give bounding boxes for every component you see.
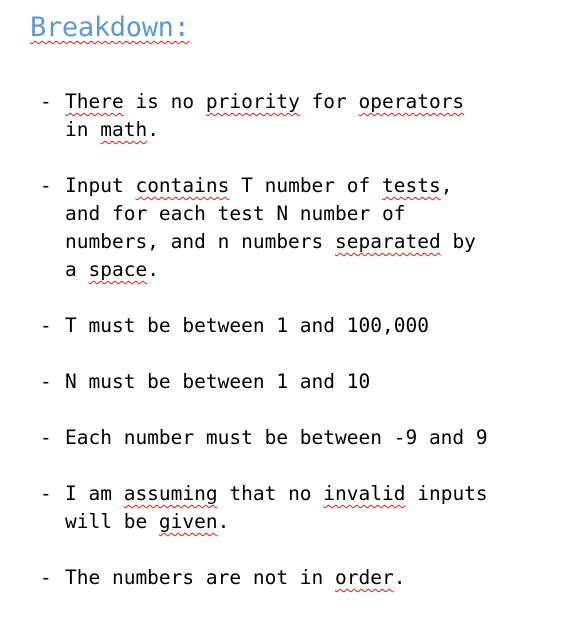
list-item: - There is no priority for operators in m…	[40, 88, 560, 144]
document-heading: Breakdown:	[30, 12, 190, 43]
bullet-dash: -	[40, 482, 52, 505]
text-run: Each number must be between -9 and 9	[65, 426, 488, 449]
text-run: is no	[123, 90, 206, 113]
breakdown-list: - There is no priority for operators in m…	[40, 88, 560, 620]
bullet-dash: -	[40, 314, 52, 337]
text-run: I am	[65, 482, 124, 505]
list-item: -N must be between 1 and 10	[40, 368, 560, 396]
list-item-text: The numbers are not in order.	[65, 566, 405, 589]
text-run: T number of	[229, 174, 382, 197]
spellcheck-word: priority	[205, 90, 300, 113]
spellcheck-word: contains	[135, 174, 230, 197]
spellcheck-word: operators	[358, 90, 465, 113]
text-run: ,	[440, 174, 453, 197]
spellcheck-word: order	[335, 566, 394, 589]
bullet-dash: -	[40, 90, 52, 113]
spellcheck-word: assuming	[123, 482, 218, 505]
list-item: - Each number must be between -9 and 9	[40, 424, 560, 452]
list-item: -T must be between 1 and 100,000	[40, 312, 560, 340]
bullet-dash: -	[40, 370, 52, 393]
list-item-text: N must be between 1 and 10	[65, 370, 370, 393]
text-run: Input	[65, 174, 136, 197]
text-run: .	[147, 118, 159, 141]
spellcheck-word: separated	[335, 230, 441, 253]
text-run: The numbers are not in	[65, 566, 336, 589]
spellcheck-word: space	[88, 258, 148, 281]
text-run: for	[299, 90, 359, 113]
spellcheck-word: math	[100, 118, 148, 141]
text-run: .	[393, 566, 406, 589]
spellcheck-word: given	[158, 510, 218, 533]
text-run: that no	[217, 482, 324, 505]
text-run: T must be between 1 and 100,000	[65, 314, 429, 337]
list-item-text: Input contains T number of tests, and fo…	[65, 174, 476, 281]
spellcheck-word: There	[65, 90, 124, 113]
spellcheck-word: tests	[382, 174, 441, 197]
list-item: -I am assuming that no invalid inputs wi…	[40, 480, 560, 536]
list-item-text: Each number must be between -9 and 9	[65, 426, 488, 449]
bullet-dash: -	[40, 174, 52, 197]
text-run: in	[65, 118, 89, 141]
list-item-text: T must be between 1 and 100,000	[65, 314, 429, 337]
list-item: - Input contains T number of tests, and f…	[40, 172, 560, 284]
text-run: N must be between 1 and 10	[65, 370, 371, 393]
list-item-text: There is no priority for operators in ma…	[65, 90, 464, 141]
bullet-dash: -	[40, 426, 52, 449]
bullet-dash: -	[40, 566, 52, 589]
text-run: inputs	[405, 482, 488, 505]
text-run: .	[217, 510, 230, 533]
spellcheck-word: invalid	[323, 482, 406, 505]
text-run: will be	[65, 510, 148, 533]
list-item: - The numbers are not in order.	[40, 564, 560, 592]
text-run: .	[147, 258, 159, 281]
list-item-text: I am assuming that no invalid inputs wil…	[65, 482, 488, 533]
